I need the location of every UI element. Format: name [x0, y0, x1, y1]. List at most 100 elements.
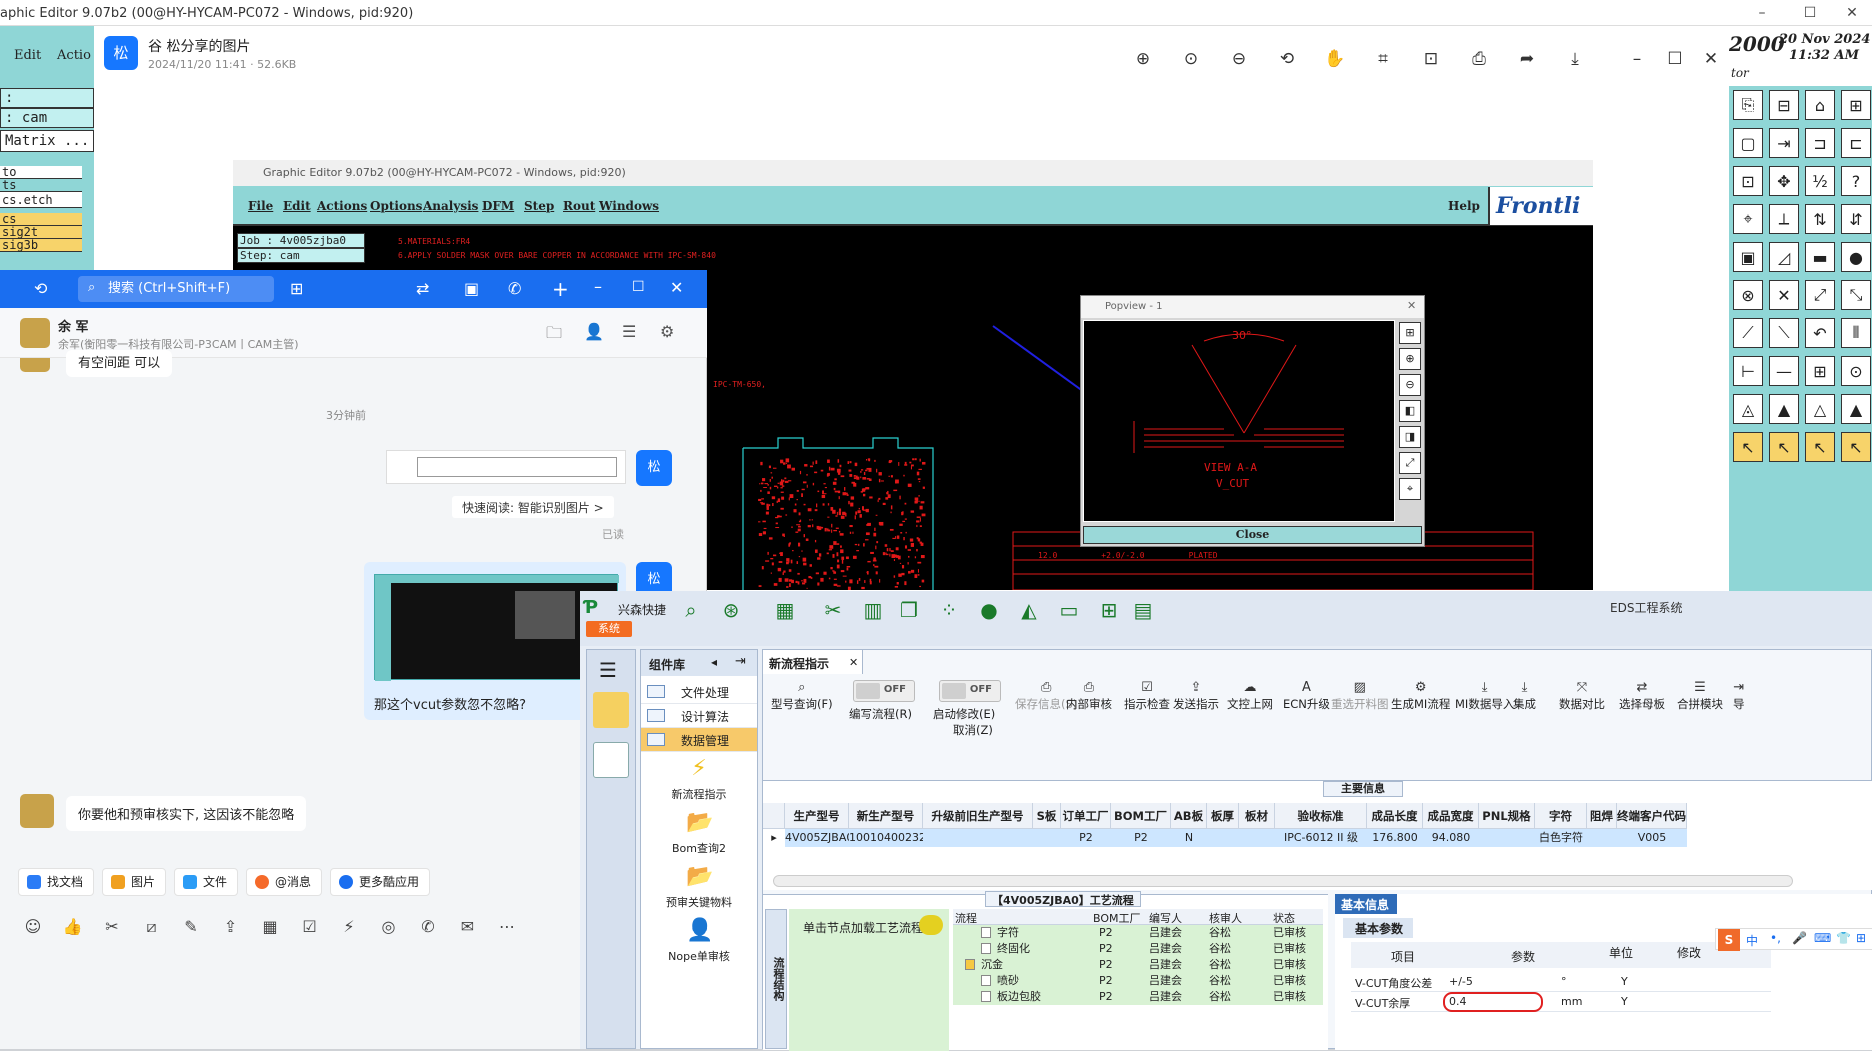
mail-icon[interactable]: ✉: [457, 916, 479, 938]
action-merge-module[interactable]: ☰ 合拼模块: [1677, 680, 1723, 712]
cam-tool-icon[interactable]: ↖: [1841, 432, 1871, 462]
share-icon[interactable]: ➦: [1514, 46, 1540, 72]
close-icon[interactable]: ✕: [1832, 0, 1872, 26]
apps-icon[interactable]: ⁘: [936, 597, 962, 623]
cam-tool-icon[interactable]: ↖: [1769, 432, 1799, 462]
grid-cell[interactable]: [1239, 829, 1275, 847]
grid-column-header[interactable]: AB板: [1171, 803, 1207, 829]
cam-tool-icon[interactable]: ⟂: [1769, 204, 1799, 234]
cam-tool-icon[interactable]: ⊐: [1805, 128, 1835, 158]
cam-tool-icon[interactable]: ⇅: [1805, 204, 1835, 234]
cam-tool-icon[interactable]: ▣: [1733, 242, 1763, 272]
grid-cell[interactable]: [1479, 829, 1535, 847]
popview-tool-icon[interactable]: ◧: [1399, 400, 1421, 422]
process-row[interactable]: 板边包胶 P2 吕建会 谷松 已审核: [953, 989, 1323, 1005]
grid-column-header[interactable]: 订单工厂: [1061, 803, 1111, 829]
param-row[interactable]: V-CUT余厚 0.4 mm Y: [1351, 992, 1771, 1012]
cam-tool-icon[interactable]: ?: [1841, 166, 1871, 196]
image-button[interactable]: 图片: [102, 868, 167, 896]
cam-tool-icon[interactable]: ✥: [1769, 166, 1799, 196]
popview-tool-icon[interactable]: ◨: [1399, 426, 1421, 448]
tab-new-flow[interactable]: 新流程指示: [763, 650, 863, 674]
cam-tool-icon[interactable]: ↶: [1805, 318, 1835, 348]
flow-item[interactable]: 📂 Bom查询2: [641, 810, 757, 856]
grid-column-header[interactable]: 终端客户代码: [1617, 803, 1687, 829]
more-apps-button[interactable]: 更多酷应用: [330, 868, 431, 896]
cam-tool-icon[interactable]: ●: [1841, 242, 1871, 272]
system-tab[interactable]: 系统: [586, 621, 632, 637]
action-write-flow[interactable]: 编写流程(R): [849, 706, 912, 722]
minimize-icon[interactable]: –: [1624, 46, 1650, 72]
library-item[interactable]: 文件处理: [641, 680, 757, 704]
chart-icon[interactable]: ◭: [1016, 597, 1042, 623]
action-select-mother-board[interactable]: ⇄ 选择母板: [1619, 680, 1665, 712]
grid-cell[interactable]: P2: [1061, 829, 1111, 847]
pin-icon[interactable]: ⇥: [735, 654, 746, 669]
grid-cell[interactable]: N: [1171, 829, 1207, 847]
maximize-icon[interactable]: ☐: [1662, 46, 1688, 72]
horizontal-scrollbar[interactable]: [773, 875, 1793, 887]
grid-cell[interactable]: 10010400232237: [849, 829, 947, 847]
grid-cell[interactable]: 176.800: [1367, 829, 1423, 847]
cam-tool-icon[interactable]: ⟍: [1769, 318, 1799, 348]
grid-cell[interactable]: 4V005ZJBA0: [785, 829, 853, 847]
note-icon[interactable]: ✎: [180, 916, 202, 938]
process-row[interactable]: 终固化 P2 吕建会 谷松 已审核: [953, 941, 1323, 957]
grid-cell[interactable]: V005: [1617, 829, 1687, 847]
download-icon[interactable]: ⤓: [1562, 46, 1588, 72]
grid-cell[interactable]: P2: [1111, 829, 1171, 847]
calculator-icon[interactable]: [593, 742, 629, 778]
cam-tool-icon[interactable]: ↖: [1733, 432, 1763, 462]
basic-params-tab[interactable]: 基本参数: [1343, 918, 1413, 938]
slash-icon[interactable]: ⧄: [141, 916, 163, 938]
cam-tool-icon[interactable]: ⤢: [1805, 280, 1835, 310]
minimize-icon[interactable]: –: [1742, 0, 1782, 26]
close-icon[interactable]: ✕: [670, 278, 683, 297]
cam-tool-icon[interactable]: ⫴: [1841, 318, 1871, 348]
search-input[interactable]: 搜索 (Ctrl+Shift+F): [78, 276, 274, 302]
param-value[interactable]: +/-5: [1449, 975, 1559, 988]
windows-icon[interactable]: ⊞: [1096, 597, 1122, 623]
cam-tool-icon[interactable]: ⊞: [1805, 356, 1835, 386]
speech-icon[interactable]: [919, 915, 943, 935]
action-data-compare[interactable]: ⤧ 数据对比: [1559, 680, 1605, 712]
grid-column-header[interactable]: 阻焊: [1587, 803, 1617, 829]
screen-share-icon[interactable]: ▣: [464, 279, 479, 298]
cam-tool-icon[interactable]: ⊢: [1733, 356, 1763, 386]
grid-column-header[interactable]: 字符: [1535, 803, 1587, 829]
grid-column-header[interactable]: S板: [1033, 803, 1061, 829]
grid-cell[interactable]: [1207, 829, 1239, 847]
menu-edit[interactable]: Edit: [14, 48, 41, 63]
zoom-out-icon[interactable]: ⊖: [1226, 46, 1252, 72]
minimize-icon[interactable]: –: [594, 277, 602, 296]
ime-toolbar[interactable]: S 中 •, 🎤 ⌨ 👕 ⊞: [1715, 928, 1872, 951]
action-guide[interactable]: ⇥ 导: [1733, 680, 1745, 712]
cam-tool-icon[interactable]: ⤡: [1841, 280, 1871, 310]
image-thumbnail[interactable]: [386, 450, 626, 484]
cam-tool-icon[interactable]: △: [1805, 394, 1835, 424]
grid-column-header[interactable]: 成品长度: [1367, 803, 1423, 829]
file-button[interactable]: 文件: [174, 868, 239, 896]
thumbs-up-icon[interactable]: 👍: [62, 916, 84, 938]
cam-tool-icon[interactable]: ⇵: [1841, 204, 1871, 234]
action-indication-check[interactable]: ☑ 指示检查: [1124, 680, 1170, 712]
cam-tool-icon[interactable]: ◿: [1769, 242, 1799, 272]
grid-column-header[interactable]: 板厚: [1207, 803, 1239, 829]
grid-column-header[interactable]: 升级前旧生产型号: [923, 803, 1033, 829]
settings-icon[interactable]: ⚙: [660, 322, 674, 341]
cam-tool-icon[interactable]: ▲: [1841, 394, 1871, 424]
upload-icon[interactable]: ⇪: [220, 916, 242, 938]
popview-close-icon[interactable]: ✕: [1407, 299, 1416, 312]
close-icon[interactable]: ✕: [1698, 46, 1724, 72]
matrix-button[interactable]: Matrix ...: [0, 130, 94, 152]
flow-item[interactable]: ⚡ 新流程指示: [641, 756, 757, 802]
cam-tool-icon[interactable]: ▬: [1805, 242, 1835, 272]
process-row[interactable]: 字符 P2 吕建会 谷松 已审核: [953, 925, 1323, 941]
library-item-selected[interactable]: 数据管理: [641, 728, 757, 752]
popview-close-button[interactable]: Close: [1083, 526, 1422, 544]
cam-tool-icon[interactable]: ✕: [1769, 280, 1799, 310]
print-icon[interactable]: ⎙: [1466, 46, 1492, 72]
cam-tool-icon[interactable]: ⌂: [1805, 90, 1835, 120]
cam-tool-icon[interactable]: ▢: [1733, 128, 1763, 158]
quick-read-link[interactable]: 快速阅读: 智能识别图片 >: [452, 496, 614, 518]
